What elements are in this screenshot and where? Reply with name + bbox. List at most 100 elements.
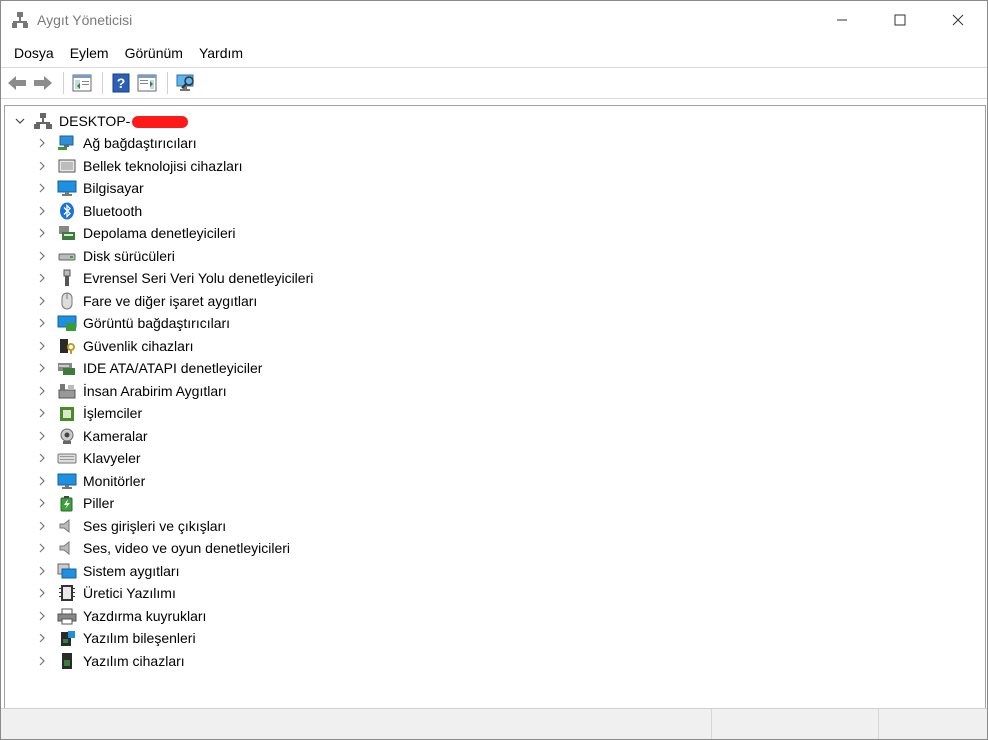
chevron-right-icon[interactable]: [35, 228, 49, 238]
scan-monitor-icon: [176, 74, 194, 91]
tree-item-label: İşlemciler: [83, 405, 143, 422]
forward-button[interactable]: [31, 71, 55, 95]
memory-device-icon: [57, 157, 77, 175]
help-icon: ?: [112, 73, 130, 93]
menu-help[interactable]: Yardım: [191, 39, 251, 67]
title-bar[interactable]: Aygıt Yöneticisi: [1, 1, 987, 39]
close-button[interactable]: [929, 1, 987, 39]
mouse-icon: [57, 292, 77, 310]
menu-file[interactable]: Dosya: [6, 39, 62, 67]
menu-view[interactable]: Görünüm: [117, 39, 191, 67]
camera-icon: [57, 427, 77, 445]
back-arrow-icon: [8, 76, 26, 90]
software-component-icon: [57, 629, 77, 647]
tree-item-category[interactable]: Bluetooth: [5, 200, 313, 223]
tree-item-label: Fare ve diğer işaret aygıtları: [83, 292, 258, 309]
chevron-right-icon[interactable]: [35, 611, 49, 621]
tree-item-label: İnsan Arabirim Aygıtları: [83, 382, 227, 399]
redaction-mark: [132, 116, 189, 129]
show-hide-console-tree-button[interactable]: [70, 71, 94, 95]
tree-item-category[interactable]: Ses girişleri ve çıkışları: [5, 515, 313, 538]
tree-item-label: Üretici Yazılımı: [83, 585, 176, 602]
tree-item-label: Monitörler: [83, 472, 146, 489]
chevron-right-icon[interactable]: [35, 588, 49, 598]
firmware-icon: [57, 584, 77, 602]
chevron-right-icon[interactable]: [35, 408, 49, 418]
window-controls: [813, 1, 987, 39]
computer-name: DESKTOP-: [59, 113, 189, 129]
chevron-right-icon[interactable]: [35, 543, 49, 553]
toolbar: ?: [1, 67, 987, 99]
chevron-right-icon[interactable]: [35, 566, 49, 576]
tree-item-label: Disk sürücüleri: [83, 247, 175, 264]
tree-item-label: Yazılım bileşenleri: [83, 630, 196, 647]
tree-root-computer[interactable]: DESKTOP-: [5, 110, 189, 132]
chevron-right-icon[interactable]: [35, 386, 49, 396]
chevron-right-icon[interactable]: [35, 318, 49, 328]
system-device-icon: [57, 562, 77, 580]
chevron-right-icon[interactable]: [35, 206, 49, 216]
processor-icon: [57, 404, 77, 422]
device-manager-icon: [11, 11, 29, 29]
tree-item-category[interactable]: Kameralar: [5, 425, 313, 448]
tree-item-category[interactable]: Yazılım cihazları: [5, 650, 313, 673]
tree-item-label: Ses, video ve oyun denetleyicileri: [83, 540, 291, 557]
tree-item-category[interactable]: Depolama denetleyicileri: [5, 222, 313, 245]
tree-item-category[interactable]: Ses, video ve oyun denetleyicileri: [5, 537, 313, 560]
display-adapter-icon: [57, 314, 77, 332]
tree-item-category[interactable]: IDE ATA/ATAPI denetleyiciler: [5, 357, 313, 380]
tree-item-category[interactable]: Disk sürücüleri: [5, 245, 313, 268]
chevron-right-icon[interactable]: [35, 453, 49, 463]
chevron-right-icon[interactable]: [35, 161, 49, 171]
help-button[interactable]: ?: [109, 71, 133, 95]
maximize-button[interactable]: [871, 1, 929, 39]
tree-item-category[interactable]: Evrensel Seri Veri Yolu denetleyicileri: [5, 267, 313, 290]
tree-item-category[interactable]: Monitörler: [5, 470, 313, 493]
tree-item-category[interactable]: Görüntü bağdaştırıcıları: [5, 312, 313, 335]
tree-item-category[interactable]: Klavyeler: [5, 447, 313, 470]
computer-network-icon: [33, 112, 53, 130]
tree-item-category[interactable]: Fare ve diğer işaret aygıtları: [5, 290, 313, 313]
chevron-right-icon[interactable]: [35, 183, 49, 193]
hid-icon: [57, 382, 77, 400]
tree-item-category[interactable]: Sistem aygıtları: [5, 560, 313, 583]
tree-item-category[interactable]: İşlemciler: [5, 402, 313, 425]
chevron-right-icon[interactable]: [35, 296, 49, 306]
chevron-right-icon[interactable]: [35, 521, 49, 531]
tree-item-category[interactable]: Ağ bağdaştırıcıları: [5, 132, 313, 155]
tree-item-category[interactable]: Yazılım bileşenleri: [5, 627, 313, 650]
action-pane-button[interactable]: [135, 71, 159, 95]
status-pane-tertiary: [879, 709, 987, 739]
tree-item-category[interactable]: İnsan Arabirim Aygıtları: [5, 380, 313, 403]
chevron-right-icon[interactable]: [35, 341, 49, 351]
chevron-right-icon[interactable]: [35, 498, 49, 508]
back-button[interactable]: [5, 71, 29, 95]
chevron-down-icon[interactable]: [13, 116, 27, 126]
chevron-right-icon[interactable]: [35, 273, 49, 283]
tree-item-category[interactable]: Bilgisayar: [5, 177, 313, 200]
tree-item-label: Kameralar: [83, 427, 148, 444]
tree-item-category[interactable]: Piller: [5, 492, 313, 515]
tree-item-label: Evrensel Seri Veri Yolu denetleyicileri: [83, 270, 314, 287]
menu-action[interactable]: Eylem: [62, 39, 117, 67]
chevron-right-icon[interactable]: [35, 431, 49, 441]
tree-item-label: Bilgisayar: [83, 180, 144, 197]
maximize-icon: [894, 14, 906, 26]
computer-name-text: DESKTOP-: [59, 113, 131, 129]
device-tree[interactable]: DESKTOP- Ağ bağdaştırıcıları Bellek tekno…: [4, 105, 986, 708]
tree-item-category[interactable]: Bellek teknolojisi cihazları: [5, 155, 313, 178]
tree-item-category[interactable]: Üretici Yazılımı: [5, 582, 313, 605]
tree-item-category[interactable]: Güvenlik cihazları: [5, 335, 313, 358]
close-icon: [952, 14, 964, 26]
scan-hardware-button[interactable]: [174, 71, 198, 95]
chevron-right-icon[interactable]: [35, 363, 49, 373]
chevron-right-icon[interactable]: [35, 476, 49, 486]
tree-item-label: IDE ATA/ATAPI denetleyiciler: [83, 360, 263, 377]
minimize-button[interactable]: [813, 1, 871, 39]
sound-controller-icon: [57, 539, 77, 557]
chevron-right-icon[interactable]: [35, 251, 49, 261]
tree-item-category[interactable]: Yazdırma kuyrukları: [5, 605, 313, 628]
chevron-right-icon[interactable]: [35, 138, 49, 148]
chevron-right-icon[interactable]: [35, 656, 49, 666]
chevron-right-icon[interactable]: [35, 633, 49, 643]
